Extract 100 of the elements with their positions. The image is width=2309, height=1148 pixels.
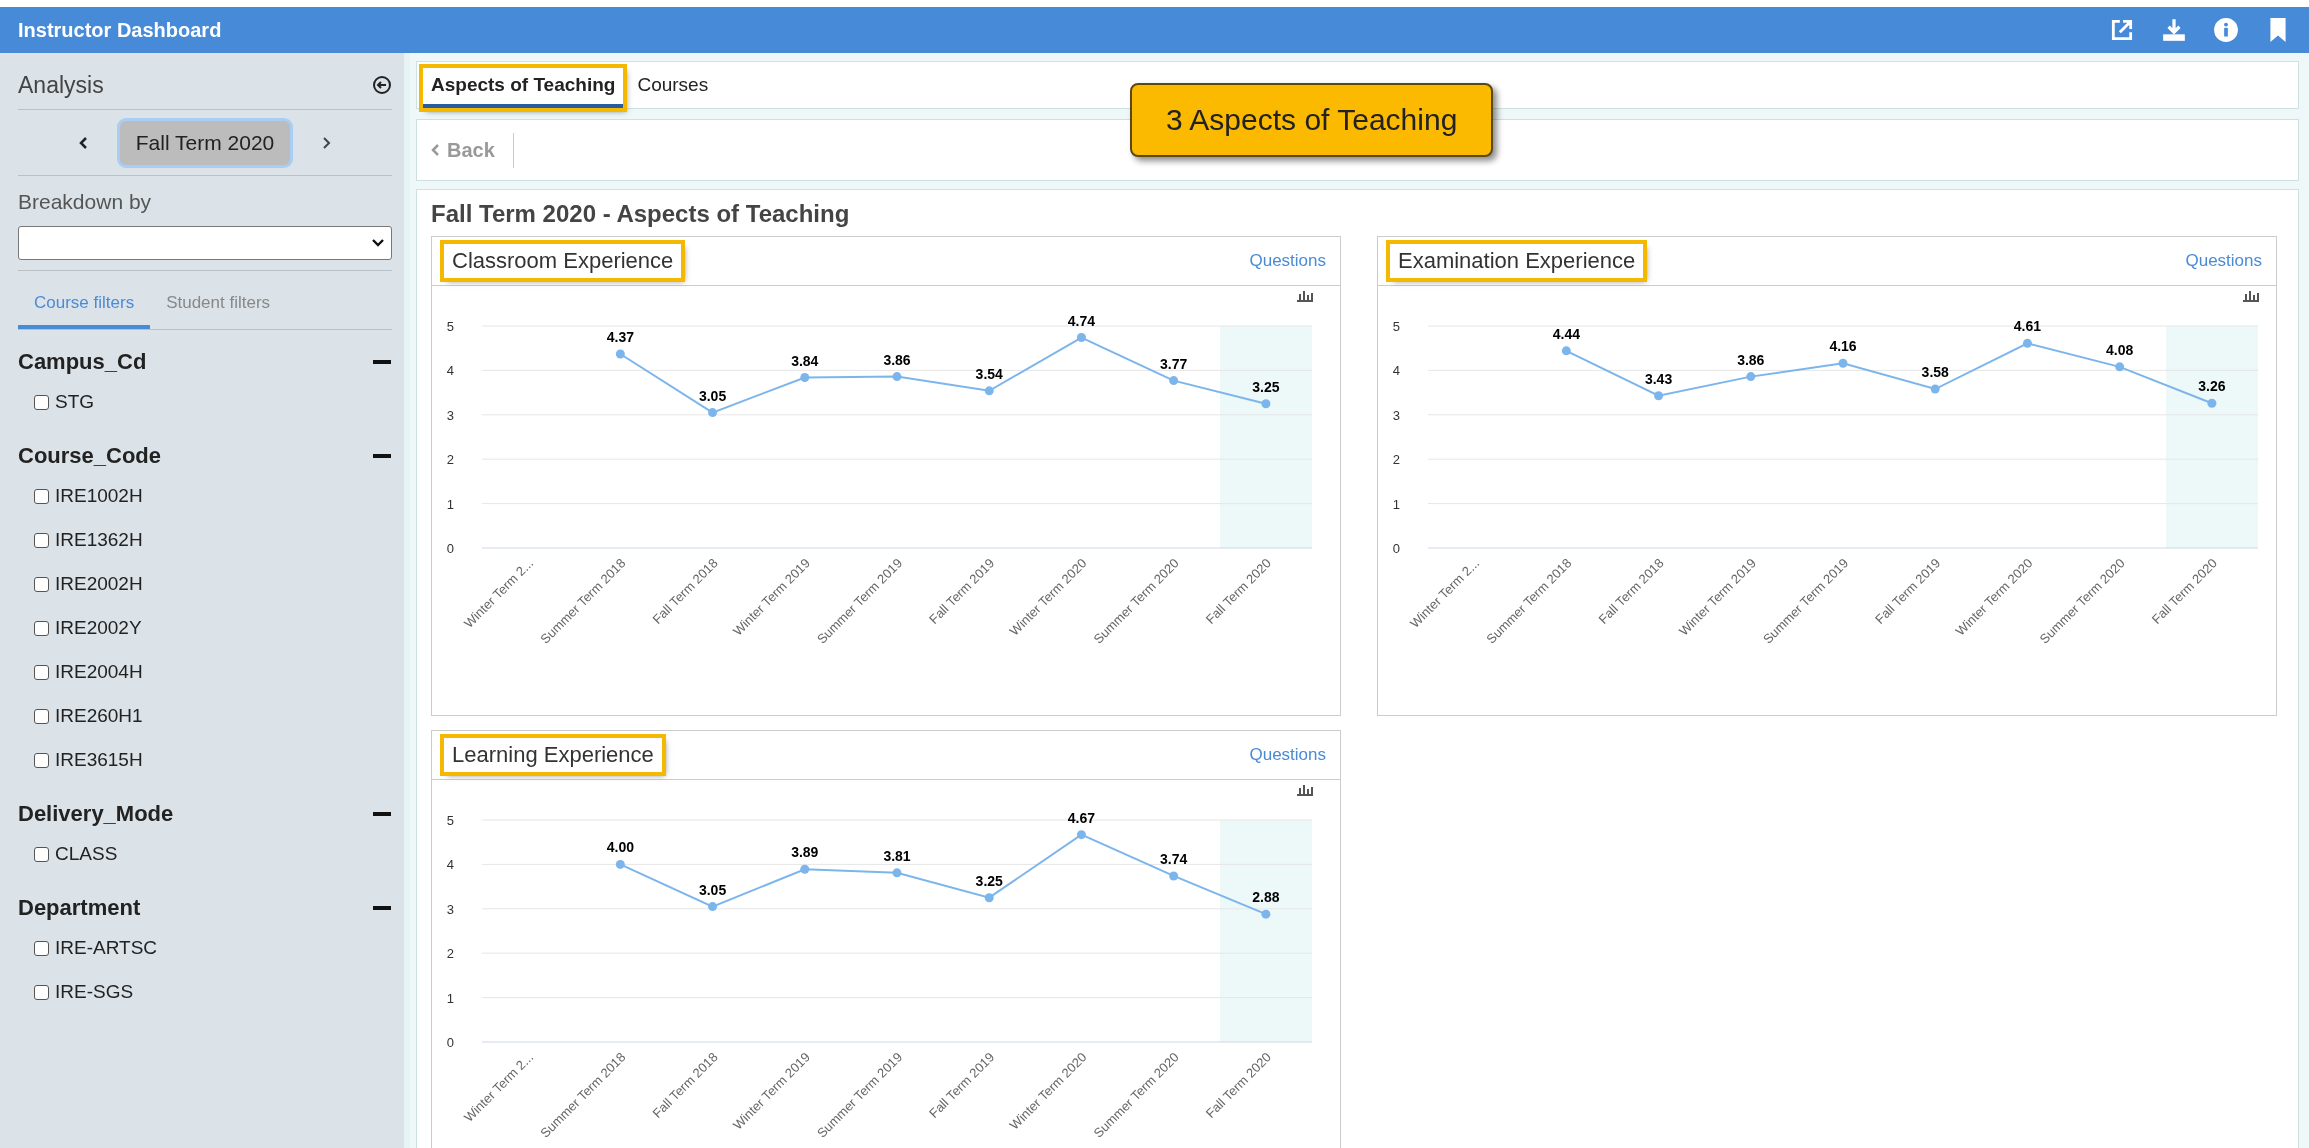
app-title: Instructor Dashboard bbox=[18, 18, 223, 42]
data-label: 3.26 bbox=[2198, 378, 2226, 395]
chart-point bbox=[1169, 871, 1179, 881]
chart-point bbox=[1746, 372, 1756, 382]
chart-point bbox=[615, 349, 625, 359]
sidebar-title: Analysis bbox=[18, 71, 104, 99]
data-label: 4.00 bbox=[606, 839, 634, 856]
y-axis-label: 0 bbox=[446, 1035, 454, 1050]
data-label: 4.74 bbox=[1067, 312, 1096, 329]
chart-point bbox=[1076, 333, 1086, 343]
checkbox-label: IRE2002Y bbox=[55, 617, 142, 639]
questions-link[interactable]: Questions bbox=[2185, 251, 2262, 271]
chart-point bbox=[892, 372, 902, 382]
chart-point bbox=[708, 408, 718, 418]
y-axis-label: 3 bbox=[446, 407, 454, 423]
data-label: 3.84 bbox=[791, 352, 819, 369]
y-axis-label: 0 bbox=[1392, 541, 1400, 556]
checkbox[interactable] bbox=[34, 708, 49, 724]
chart-point bbox=[1261, 399, 1271, 409]
checkbox[interactable] bbox=[34, 620, 49, 636]
collapse-icon[interactable] bbox=[372, 75, 392, 95]
filter-group-title: Course_Code bbox=[18, 443, 162, 469]
y-axis-label: 1 bbox=[446, 496, 454, 512]
checkbox-label: STG bbox=[55, 391, 95, 413]
checkbox[interactable] bbox=[34, 752, 49, 768]
download-icon[interactable] bbox=[2161, 17, 2187, 43]
back-button[interactable]: Back bbox=[431, 132, 514, 168]
data-label: 3.05 bbox=[698, 881, 727, 898]
data-label: 3.43 bbox=[1644, 370, 1673, 387]
checkbox-label: IRE260H1 bbox=[55, 705, 143, 727]
checkbox[interactable] bbox=[34, 488, 49, 504]
data-label: 3.89 bbox=[791, 844, 819, 861]
breakdown-dropdown[interactable] bbox=[18, 226, 392, 260]
checkbox-label: IRE1362H bbox=[55, 529, 143, 551]
tab[interactable]: Courses bbox=[629, 68, 717, 108]
data-label: 3.86 bbox=[883, 351, 911, 368]
chart-point bbox=[2207, 398, 2217, 408]
chart-menu-icon[interactable] bbox=[1297, 291, 1313, 302]
checkbox[interactable] bbox=[34, 940, 49, 956]
field-label: Breakdown by bbox=[18, 190, 153, 214]
term-selector[interactable]: Fall Term 2020 bbox=[116, 117, 294, 168]
external-link-icon[interactable] bbox=[2109, 17, 2135, 43]
chart-point bbox=[1838, 358, 1848, 368]
caret-icon bbox=[371, 238, 385, 248]
data-label: 4.44 bbox=[1552, 325, 1580, 342]
chart-menu-icon[interactable] bbox=[2243, 291, 2259, 302]
filter-tab[interactable]: Student filters bbox=[150, 279, 287, 329]
data-label: 3.86 bbox=[1737, 351, 1765, 368]
chart-point bbox=[2115, 362, 2125, 372]
page-title: Fall Term 2020 - Aspects of Teaching bbox=[431, 200, 851, 228]
y-axis-label: 3 bbox=[446, 901, 454, 917]
y-axis-label: 2 bbox=[446, 946, 454, 962]
y-axis-label: 1 bbox=[446, 990, 454, 1006]
checkbox[interactable] bbox=[34, 664, 49, 680]
chart-point bbox=[984, 386, 994, 396]
chart-point bbox=[800, 373, 810, 382]
data-label: 3.81 bbox=[883, 847, 911, 864]
filter-group-title: Department bbox=[18, 895, 141, 921]
checkbox-label: IRE1002H bbox=[55, 485, 143, 507]
chart-point bbox=[1169, 376, 1179, 386]
data-label: 4.37 bbox=[606, 328, 634, 345]
chart-point bbox=[1654, 391, 1664, 401]
filter-group-title: Campus_Cd bbox=[18, 349, 147, 375]
y-axis-label: 4 bbox=[446, 857, 454, 873]
chart-point bbox=[892, 868, 902, 878]
y-axis-label: 2 bbox=[446, 452, 454, 468]
y-axis-label: 3 bbox=[1392, 407, 1400, 423]
data-label: 3.05 bbox=[698, 387, 727, 404]
data-label: 3.25 bbox=[975, 872, 1003, 889]
data-label: 3.74 bbox=[1160, 850, 1188, 867]
data-label: 4.16 bbox=[1829, 338, 1857, 355]
chart-point bbox=[1076, 830, 1086, 840]
y-axis-label: 2 bbox=[1392, 452, 1400, 468]
data-label: 3.25 bbox=[1252, 378, 1280, 395]
filter-tab[interactable]: Course filters bbox=[18, 279, 151, 329]
data-label: 3.77 bbox=[1160, 355, 1188, 372]
y-axis-label: 5 bbox=[1392, 319, 1400, 334]
checkbox-label: IRE2004H bbox=[55, 661, 143, 683]
y-axis-label: 4 bbox=[1392, 363, 1400, 379]
chart-point bbox=[800, 864, 810, 874]
chart-point bbox=[1261, 909, 1271, 919]
y-axis-label: 5 bbox=[446, 319, 454, 334]
chart-menu-icon[interactable] bbox=[1297, 785, 1313, 796]
questions-link[interactable]: Questions bbox=[1249, 251, 1326, 271]
data-label: 3.58 bbox=[1921, 364, 1949, 381]
data-label: 4.61 bbox=[2013, 318, 2042, 335]
chart-point bbox=[615, 859, 625, 869]
chart-point bbox=[984, 893, 994, 903]
info-icon[interactable] bbox=[2213, 17, 2239, 43]
checkbox[interactable] bbox=[34, 846, 49, 862]
checkbox-label: IRE-ARTSC bbox=[55, 937, 158, 959]
checkbox[interactable] bbox=[34, 394, 49, 410]
checkbox[interactable] bbox=[34, 984, 49, 1000]
checkbox[interactable] bbox=[34, 532, 49, 548]
checkbox[interactable] bbox=[34, 576, 49, 592]
questions-link[interactable]: Questions bbox=[1249, 745, 1326, 765]
chart-point bbox=[1930, 384, 1940, 394]
checkbox-label: IRE-SGS bbox=[55, 981, 134, 1003]
chart-point bbox=[1561, 346, 1571, 356]
data-label: 4.08 bbox=[2106, 341, 2134, 358]
